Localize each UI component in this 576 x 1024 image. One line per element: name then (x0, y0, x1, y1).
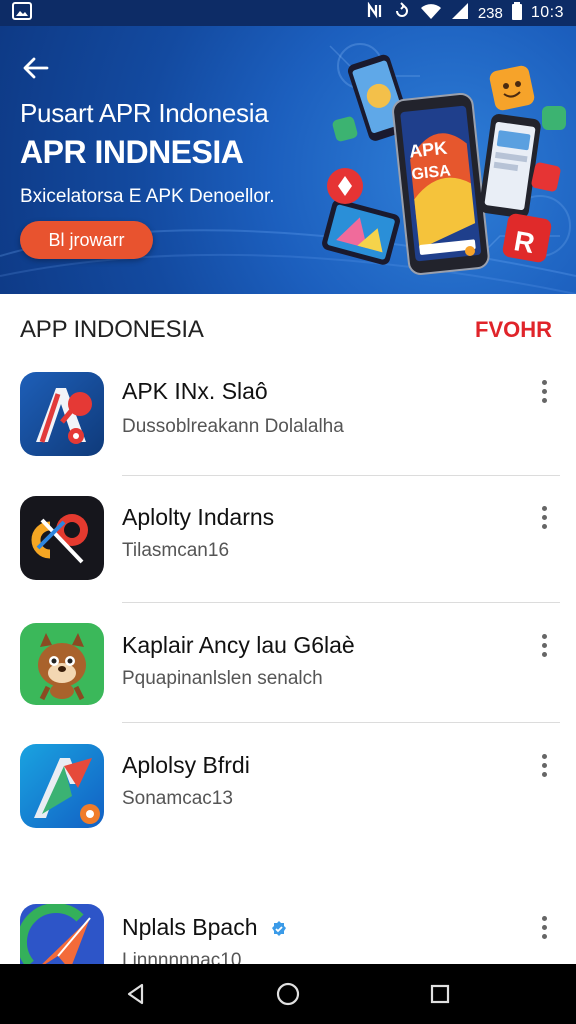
promo-banner[interactable]: Pusart APR Indonesia APR INDNESIA Bxicel… (0, 26, 576, 294)
app-name: Kaplair Ancy lau G6laè (122, 632, 355, 658)
back-nav-icon (127, 983, 144, 1005)
app-name-text: Nplals Bpach (122, 914, 258, 940)
status-bar: 238 10:3 (0, 0, 576, 26)
verified-badge-icon (271, 920, 286, 936)
sync-icon (393, 2, 411, 24)
app-list-item[interactable]: Kaplair Ancy lau G6laè Pquapinanlslen se… (0, 618, 576, 728)
more-options-button[interactable] (532, 376, 556, 406)
app-list-item[interactable]: Nplals Bpach Linnnnnnac10 (0, 898, 576, 964)
back-button[interactable] (18, 50, 54, 86)
a-letter-app-icon[interactable] (20, 372, 104, 456)
app-description: Tilasmcan16 (122, 540, 230, 561)
gallery-icon (12, 1, 32, 25)
home-nav-button[interactable] (266, 972, 310, 1016)
red-square-sticker-icon (531, 162, 561, 192)
mascot-app-icon[interactable] (20, 623, 104, 705)
app-list-item[interactable]: Aplolty Indarns Tilasmcan16 (0, 490, 576, 600)
recents-nav-button[interactable] (418, 972, 462, 1016)
list-divider (122, 722, 560, 723)
wifi-icon (420, 2, 442, 24)
a-arrow-app-icon[interactable] (20, 744, 104, 828)
app-name: Nplals Bpach (122, 914, 288, 941)
arrow-left-icon (23, 57, 49, 79)
app-name: Aplolty Indarns (122, 504, 275, 530)
green-sticker-icon (542, 106, 566, 130)
section-title: APP INDONESIA (20, 316, 204, 343)
more-options-button[interactable] (532, 912, 556, 942)
battery-icon (511, 2, 522, 24)
banner-tagline: Bxicelatorsa E APK Denoellor. (20, 186, 275, 207)
app-name: Aplolsy Bfrdi (122, 752, 250, 778)
app-name: APK INx. Slaô (122, 378, 268, 404)
banner-subtitle: APR INDNESIA (20, 134, 244, 170)
battery-level: 238 (477, 4, 503, 22)
chat-sticker-icon (332, 116, 358, 142)
banner-cta-button[interactable]: Bl jrowarr (20, 221, 153, 259)
app-description: Pquapinanlslen senalch (122, 668, 323, 689)
phone-screen-text: APK (408, 138, 448, 162)
more-options-button[interactable] (532, 750, 556, 780)
more-options-button[interactable] (532, 630, 556, 660)
back-nav-button[interactable] (114, 972, 158, 1016)
signal-icon (451, 2, 469, 24)
fox-sticker-icon (489, 65, 535, 111)
paper-plane-app-icon[interactable] (20, 904, 104, 964)
nfc-icon (366, 1, 384, 24)
home-nav-icon (276, 982, 300, 1006)
list-divider (122, 602, 560, 603)
scissors-app-icon[interactable] (20, 496, 104, 580)
recents-nav-icon (430, 984, 450, 1004)
section-header: APP INDONESIA FVOHR (0, 294, 576, 364)
status-time: 10:3 (530, 4, 564, 21)
app-description: Dussoblreakann Dolalalha (122, 416, 344, 437)
phones-illustration: APK GISA R (322, 54, 566, 275)
app-description: Linnnnnnac10 (122, 950, 242, 964)
app-description: Sonamcac13 (122, 788, 233, 809)
app-list-item[interactable]: APK INx. Slaô Dussoblreakann Dolalalha (0, 364, 576, 474)
section-action-link[interactable]: FVOHR (475, 317, 552, 343)
app-list-item[interactable]: Aplolsy Bfrdi Sonamcac13 (0, 738, 576, 848)
list-divider (122, 475, 560, 476)
banner-title: Pusart APR Indonesia (20, 98, 269, 128)
more-options-button[interactable] (532, 502, 556, 532)
system-nav-bar (0, 964, 576, 1024)
